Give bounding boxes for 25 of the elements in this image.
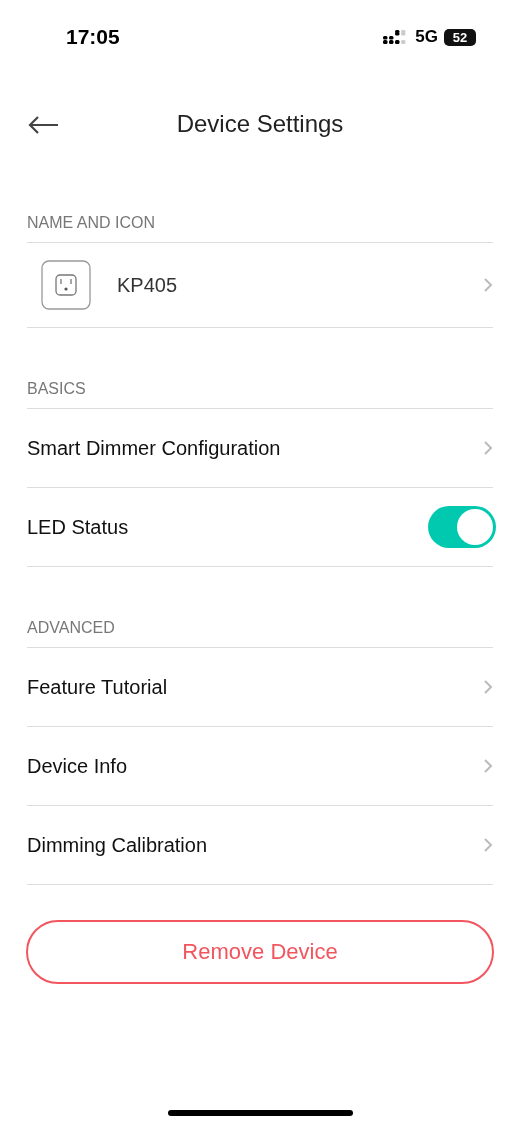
toggle-switch[interactable] <box>428 506 496 548</box>
row-label: LED Status <box>27 515 130 539</box>
chevron-icon <box>483 837 493 853</box>
section-header: ADVANCED <box>26 618 116 638</box>
settings-row[interactable]: Feature Tutorial <box>27 648 493 727</box>
battery-level: 52 <box>444 28 476 46</box>
row-label: Dimming Calibration <box>27 833 209 857</box>
device-name: KP405 <box>117 273 179 297</box>
network-type: 5G <box>415 27 438 47</box>
outlet-icon <box>41 260 91 310</box>
chevron-icon <box>483 440 493 456</box>
settings-row[interactable]: Smart Dimmer Configuration <box>27 409 493 488</box>
device-row[interactable]: KP405 <box>27 243 493 328</box>
row-label: Smart Dimmer Configuration <box>27 436 282 460</box>
section-header: NAME AND ICON <box>26 213 156 233</box>
status-time: 17:05 <box>66 25 120 49</box>
page-title: Device Settings <box>176 110 344 138</box>
settings-row[interactable]: Dimming Calibration <box>27 806 493 885</box>
settings-row[interactable]: Device Info <box>27 727 493 806</box>
row-label: Device Info <box>27 754 129 778</box>
row-label: Feature Tutorial <box>27 675 169 699</box>
section-header: BASICS <box>26 379 87 399</box>
chevron-icon <box>483 277 493 293</box>
chevron-icon <box>483 758 493 774</box>
chevron-icon <box>483 679 493 695</box>
